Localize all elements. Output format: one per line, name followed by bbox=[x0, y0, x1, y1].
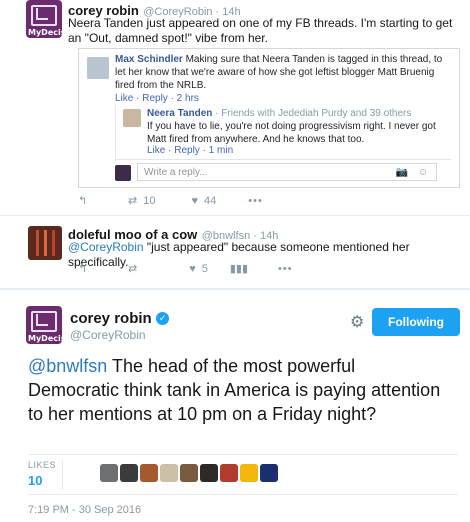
retweet-count: 10 bbox=[143, 194, 156, 207]
liker-avatar[interactable] bbox=[240, 464, 258, 482]
fb-commenter-name[interactable]: Max Schindler bbox=[115, 54, 183, 65]
likes-label: LIKES bbox=[28, 460, 57, 470]
liker-avatar[interactable] bbox=[160, 464, 178, 482]
tweet-actions: ↰ ⇄ 10 ♥ 44 ••• bbox=[78, 194, 263, 208]
divider bbox=[28, 494, 458, 495]
divider bbox=[0, 215, 470, 216]
tweet-doleful-moo: doleful moo of a cow @bnwlfsn · 14h @Cor… bbox=[0, 222, 470, 284]
liker-avatar[interactable] bbox=[220, 464, 238, 482]
following-button[interactable]: Following bbox=[372, 308, 460, 336]
likers-avatars bbox=[100, 464, 280, 487]
emoji-icon[interactable]: ☺ bbox=[418, 164, 428, 182]
facebook-thread-image: Max Schindler Making sure that Neera Tan… bbox=[78, 48, 460, 188]
liker-avatar[interactable] bbox=[260, 464, 278, 482]
tweet-corey-robin-1: MyDecision corey robin @CoreyRobin · 14h… bbox=[0, 0, 470, 225]
timestamp[interactable]: 7:19 PM - 30 Sep 2016 bbox=[28, 504, 141, 516]
liker-avatar[interactable] bbox=[140, 464, 158, 482]
reply-icon[interactable]: ↰ bbox=[78, 262, 100, 275]
main-tweet: MyDecision corey robin ✓ @CoreyRobin ⚙ F… bbox=[0, 296, 470, 522]
fb-comment-2-actions[interactable]: Like · Reply · 1 min bbox=[147, 145, 233, 156]
my-photo bbox=[115, 165, 131, 181]
analytics-icon[interactable]: ▮▮▮ bbox=[230, 262, 248, 275]
fb-comment-2: Neera Tanden · Friends with Jedediah Pur… bbox=[147, 108, 436, 145]
mention-link[interactable]: @bnwlfsn bbox=[28, 356, 107, 376]
more-icon[interactable]: ••• bbox=[278, 263, 293, 275]
settings-gear-icon[interactable]: ⚙ bbox=[350, 312, 364, 332]
commenter-photo bbox=[123, 109, 141, 127]
avatar-tag: MyDecision bbox=[28, 28, 62, 37]
avatar-tag: MyDecision bbox=[28, 334, 62, 343]
avatar[interactable]: MyDecision bbox=[26, 0, 62, 38]
divider bbox=[28, 454, 458, 455]
tweet-text: @bnwlfsn The head of the most powerful D… bbox=[28, 356, 441, 424]
more-icon[interactable]: ••• bbox=[248, 195, 263, 207]
liker-avatar[interactable] bbox=[100, 464, 118, 482]
thread-line bbox=[115, 105, 116, 161]
liker-avatar[interactable] bbox=[180, 464, 198, 482]
liker-avatar[interactable] bbox=[200, 464, 218, 482]
reply-icon[interactable]: ↰ bbox=[78, 194, 100, 207]
like-icon[interactable]: ♥ bbox=[189, 263, 196, 275]
like-count: 44 bbox=[204, 194, 217, 207]
tweet-text: Neera Tanden just appeared on one of my … bbox=[68, 16, 453, 45]
author-name[interactable]: corey robin bbox=[70, 310, 152, 327]
retweet-icon[interactable]: ⇄ bbox=[128, 194, 137, 207]
author-handle[interactable]: @CoreyRobin bbox=[70, 328, 146, 342]
fb-commenter-name[interactable]: Neera Tanden bbox=[147, 108, 212, 119]
reply-input[interactable]: Write a reply... 📷 ☺ bbox=[137, 163, 437, 181]
fb-comment-1-actions[interactable]: Like · Reply · 2 hrs bbox=[115, 93, 199, 104]
verified-icon: ✓ bbox=[156, 312, 170, 326]
tweet-actions: ↰ ⇄ ♥ 5 ▮▮▮ ••• bbox=[78, 262, 293, 276]
like-icon[interactable]: ♥ bbox=[191, 195, 198, 207]
retweet-icon[interactable]: ⇄ bbox=[128, 262, 137, 275]
mention-link[interactable]: @CoreyRobin bbox=[68, 240, 144, 254]
like-count: 5 bbox=[201, 262, 208, 275]
fb-comment-1: Max Schindler Making sure that Neera Tan… bbox=[115, 54, 443, 91]
commenter-photo bbox=[87, 57, 109, 79]
likes-count[interactable]: 10 bbox=[28, 473, 42, 488]
divider bbox=[0, 288, 470, 290]
avatar[interactable]: MyDecision bbox=[26, 306, 62, 344]
avatar[interactable] bbox=[28, 226, 62, 260]
camera-icon[interactable]: 📷 bbox=[396, 164, 408, 182]
liker-avatar[interactable] bbox=[120, 464, 138, 482]
